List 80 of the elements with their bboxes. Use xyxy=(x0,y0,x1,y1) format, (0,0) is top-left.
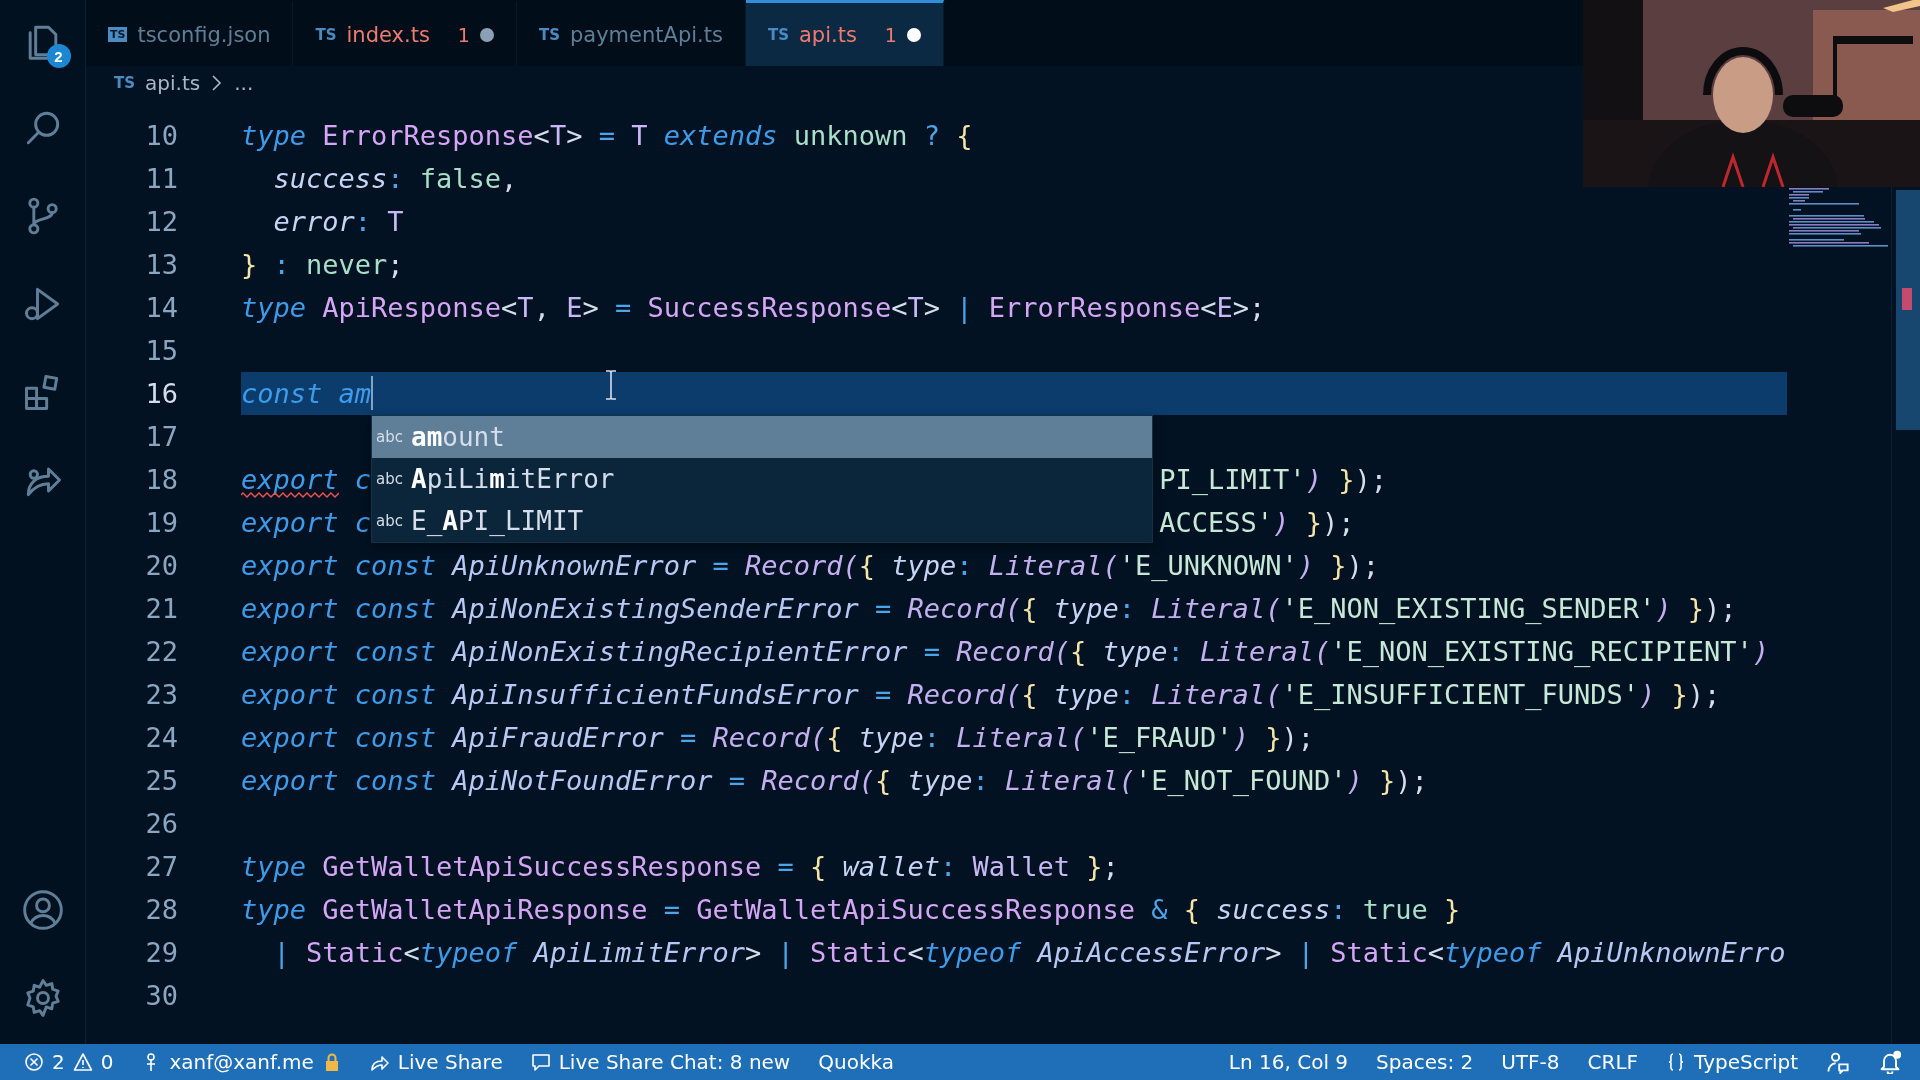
language-label: TypeScript xyxy=(1694,1050,1798,1074)
code-line: export const ApiNonExistingRecipientError = Record({ type: Literal('E_NON_EXISTING_RECIPIENT') xyxy=(241,635,1771,669)
status-item[interactable]: Quokka xyxy=(818,1050,894,1074)
suggestion-item[interactable]: abc ApiLimitError xyxy=(372,458,1153,500)
code-line: type GetWalletApiSuccessResponse = { wallet: Wallet }; xyxy=(241,850,1120,884)
line-number: 30 xyxy=(144,980,178,1011)
line-number: 17 xyxy=(144,421,178,452)
code-line: export const ApiUnknownError = Record({ type: Literal('E_UNKNOWN') }); xyxy=(241,549,1380,583)
code-line: export c xyxy=(241,463,373,497)
status-item[interactable]: Spaces: 2 xyxy=(1376,1050,1474,1074)
status-item[interactable]: CRLF xyxy=(1587,1050,1639,1074)
line-number: 11 xyxy=(144,163,178,194)
code-line: ACCESS') }); xyxy=(1159,506,1356,540)
code-line: } : never; xyxy=(241,248,405,282)
code-line: success: false, xyxy=(272,162,519,196)
account-icon xyxy=(20,888,65,932)
language-mode[interactable]: TypeScript xyxy=(1666,1050,1798,1074)
typescript-file-icon: TS xyxy=(315,25,337,44)
error-count: 2 xyxy=(52,1050,65,1074)
code-line: type GetWalletApiResponse = GetWalletApiSuccessResponse & { success: true } xyxy=(241,893,1462,927)
code-line: PI_LIMIT') }); xyxy=(1159,463,1388,497)
code-line: type ApiResponse<T, E> = SuccessResponse<T> | ErrorResponse<E>; xyxy=(241,291,1267,326)
line-number: 28 xyxy=(144,894,178,925)
breadcrumb-item[interactable]: ... xyxy=(234,71,254,95)
line-number: 16 xyxy=(144,378,178,409)
line-number: 10 xyxy=(144,120,178,151)
editor-tab[interactable]: TS api.ts 1 xyxy=(745,0,944,66)
code-line: | Static<typeof ApiLimitError> | Static<typeof ApiAccessError> | Static<typeof ApiUnknownErro xyxy=(272,936,1787,971)
code-line: export const ApiInsufficientFundsError = Record({ type: Literal('E_INSUFFICIENT_FUNDS') }); xyxy=(241,678,1722,712)
code-line: export c xyxy=(241,506,373,540)
scrollbar-thumb[interactable] xyxy=(1896,190,1920,430)
status-item[interactable]: UTF-8 xyxy=(1501,1050,1560,1074)
notification-icon[interactable] xyxy=(1878,1050,1902,1074)
code-line: error: T xyxy=(272,205,405,239)
button-label: Live Share xyxy=(397,1050,503,1074)
text-kind-icon: abc xyxy=(376,428,403,446)
line-number: 19 xyxy=(144,507,178,538)
problem-count: 1 xyxy=(457,23,470,46)
line-number: 21 xyxy=(144,593,178,624)
error-icon xyxy=(24,1052,44,1072)
typescript-file-icon: TS xyxy=(767,25,789,44)
status-item[interactable]: Ln 16, Col 9 xyxy=(1228,1050,1349,1074)
line-number: 15 xyxy=(144,335,178,366)
breadcrumb-item[interactable]: api.ts xyxy=(145,71,201,95)
code-line: export const ApiNonExistingSenderError = Record({ type: Literal('E_NON_EXISTING_SENDER') }); xyxy=(241,592,1738,626)
line-number: 14 xyxy=(144,292,178,323)
text-kind-icon: abc xyxy=(376,470,403,488)
suggestion-item[interactable]: abc amount xyxy=(372,416,1153,458)
line-number: 18 xyxy=(144,464,178,495)
line-number: 12 xyxy=(144,206,178,237)
typescript-file-icon: TS xyxy=(114,74,136,92)
problem-count: 1 xyxy=(884,23,897,46)
line-number: 13 xyxy=(144,249,178,280)
code-line: export const ApiNotFoundError = Record({ type: Literal('E_NOT_FOUND') }); xyxy=(241,764,1429,798)
feedback-icon[interactable] xyxy=(1826,1050,1850,1074)
line-number: 23 xyxy=(144,679,178,710)
account-name: xanf@xanf.me xyxy=(169,1050,314,1074)
line-number: 22 xyxy=(144,636,178,667)
account-status[interactable]: xanf@xanf.me xyxy=(141,1050,342,1074)
code-line: export const ApiFraudError = Record({ type: Literal('E_FRAUD') }); xyxy=(241,721,1315,755)
files-button[interactable]: 2 xyxy=(16,14,69,66)
line-number: 26 xyxy=(144,808,178,839)
line-number: 24 xyxy=(144,722,178,753)
line-number: 27 xyxy=(144,851,178,882)
line-number: 29 xyxy=(144,937,178,968)
live-share-button[interactable]: Live Share xyxy=(369,1050,503,1074)
code-line: type ErrorResponse<T> = T extends unknown ? { xyxy=(241,119,974,153)
chat-icon xyxy=(530,1052,551,1072)
typescript-file-icon: TS xyxy=(538,25,560,44)
line-number: 25 xyxy=(144,765,178,796)
warning-count: 0 xyxy=(100,1050,114,1074)
text-cursor-icon xyxy=(604,370,618,400)
typescript-file-icon: TS xyxy=(108,27,128,42)
error-marker xyxy=(1902,288,1912,310)
line-number: 20 xyxy=(144,550,178,581)
text-kind-icon: abc xyxy=(376,512,403,530)
warning-icon xyxy=(72,1052,93,1072)
problems-status[interactable]: 2 0 xyxy=(24,1050,114,1074)
count-badge: 2 xyxy=(46,44,71,68)
suggestion-item[interactable]: abc E_API_LIMIT xyxy=(372,500,1153,542)
